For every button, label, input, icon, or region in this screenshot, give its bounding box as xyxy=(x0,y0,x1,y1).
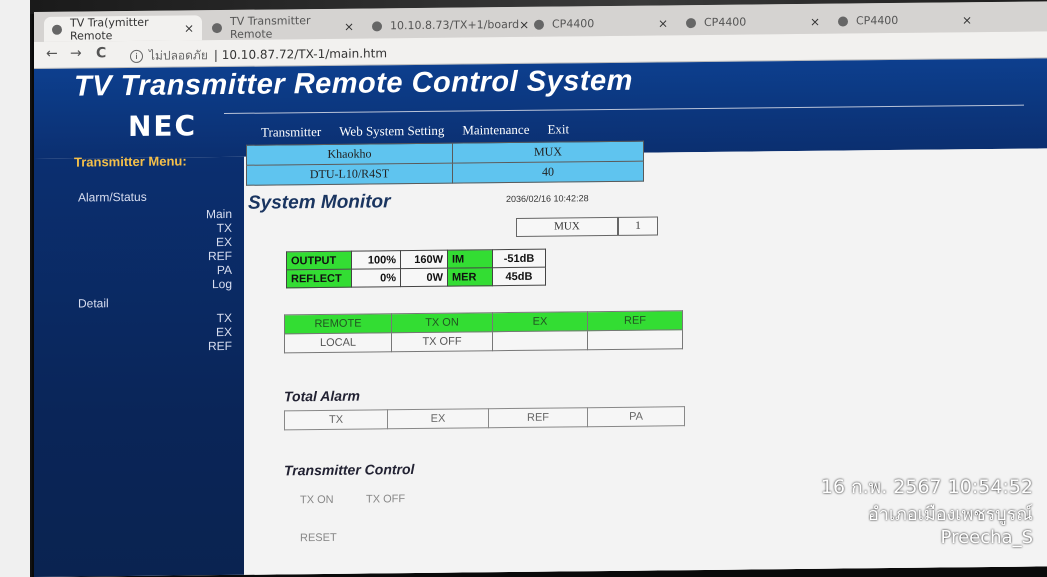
model-name: DTU-L10/R4ST xyxy=(246,163,453,186)
detail-label: Detail xyxy=(78,296,109,311)
status-ex-2 xyxy=(492,330,588,351)
station-name: Khaokho xyxy=(246,143,453,166)
close-tab-icon[interactable]: × xyxy=(184,21,194,35)
photo-timestamp: 16 ก.พ. 2567 10:54:52 xyxy=(820,476,1033,498)
table-row: LOCAL TX OFF xyxy=(284,329,683,353)
tab-label: 10.10.8.73/TX+1/board xyxy=(390,17,520,33)
sidebar-item-log[interactable]: Log xyxy=(192,277,232,291)
address-bar[interactable]: i ไม่ปลอดภัย | 10.10.87.72/TX-1/main.htm xyxy=(130,44,387,66)
browser-tab-5[interactable]: CP4400 × xyxy=(678,9,828,36)
forward-icon[interactable]: → xyxy=(70,46,82,62)
browser-tab-4[interactable]: CP4400 × xyxy=(526,10,676,37)
menu-title: Transmitter Menu: xyxy=(74,153,187,170)
status-ref-2 xyxy=(587,329,683,350)
im-value: -51dB xyxy=(492,249,546,268)
sidebar-item-ref[interactable]: REF xyxy=(192,249,232,263)
total-alarm-table: TX EX REF PA xyxy=(284,406,685,430)
alarm-pa: PA xyxy=(587,406,685,427)
globe-icon xyxy=(838,15,848,27)
close-tab-icon[interactable]: × xyxy=(962,13,972,27)
security-label: ไม่ปลอดภัย xyxy=(149,48,208,63)
photo-location: อำเภอเมืองเพชรบูรณ์ xyxy=(867,504,1033,525)
tx-off-button[interactable]: TX OFF xyxy=(366,493,405,505)
close-tab-icon[interactable]: × xyxy=(344,19,354,33)
output-label: OUTPUT xyxy=(286,251,352,270)
status-ref: REF xyxy=(587,310,683,331)
tab-label: TV Tra(ymitter Remote xyxy=(70,15,149,43)
globe-icon xyxy=(534,19,544,30)
status-tx-off: TX OFF xyxy=(391,331,493,352)
close-tab-icon[interactable]: × xyxy=(658,16,668,30)
status-table: REMOTE TX ON EX REF LOCAL TX OFF xyxy=(284,310,683,353)
alarm-ex: EX xyxy=(387,408,489,429)
output-percent: 100% xyxy=(351,250,401,270)
transmitter-control-title: Transmitter Control xyxy=(284,461,415,479)
nav-exit[interactable]: Exit xyxy=(547,121,569,137)
table-row: TX EX REF PA xyxy=(284,406,685,430)
sidebar: Transmitter Menu: Alarm/Status Main TX E… xyxy=(34,153,244,577)
reflect-power: 0W xyxy=(400,268,448,287)
alarm-tx: TX xyxy=(284,409,388,430)
globe-icon xyxy=(52,24,62,35)
sidebar-item-pa[interactable]: PA xyxy=(192,263,232,277)
mer-value: 45dB xyxy=(492,267,546,286)
alarm-ref: REF xyxy=(488,407,588,428)
tab-label: CP4400 xyxy=(856,13,899,28)
sidebar-detail-tx[interactable]: TX xyxy=(192,311,232,325)
section-title: System Monitor xyxy=(248,191,391,214)
close-tab-icon[interactable]: × xyxy=(810,14,820,28)
monitor-bezel xyxy=(0,0,32,577)
channel-number: 40 xyxy=(452,161,644,184)
nav-web-system-setting[interactable]: Web System Setting xyxy=(339,123,444,140)
tab-label: CP4400 xyxy=(704,15,747,29)
output-meter-table: OUTPUT 100% 160W IM -51dB REFLECT 0% 0W … xyxy=(286,249,546,289)
status-tx-on: TX ON xyxy=(391,312,493,333)
url-text: 10.10.87.72/TX-1/main.htm xyxy=(221,46,388,63)
mux-value-box: 1 xyxy=(618,216,658,236)
sidebar-item-tx[interactable]: TX xyxy=(192,221,232,235)
globe-icon xyxy=(686,17,696,28)
top-nav: Transmitter Web System Setting Maintenan… xyxy=(261,121,569,140)
tx-on-button[interactable]: TX ON xyxy=(300,494,334,506)
sidebar-item-main[interactable]: Main xyxy=(192,207,232,221)
total-alarm-title: Total Alarm xyxy=(284,387,360,405)
monitor-datetime: 2036/02/16 10:42:28 xyxy=(506,193,589,205)
browser-tab-1[interactable]: TV Tra(ymitter Remote × xyxy=(44,15,202,42)
sidebar-detail-ex[interactable]: EX xyxy=(192,325,232,339)
table-row: REFLECT 0% 0W MER 45dB xyxy=(286,267,546,288)
mux-label-box: MUX xyxy=(516,216,618,237)
reset-button[interactable]: RESET xyxy=(300,532,337,544)
nav-transmitter[interactable]: Transmitter xyxy=(261,124,321,141)
sidebar-item-ex[interactable]: EX xyxy=(192,235,232,249)
tab-label: CP4400 xyxy=(552,17,595,31)
status-local: LOCAL xyxy=(284,332,392,353)
page-title: TV Transmitter Remote Control System xyxy=(74,64,633,103)
reload-icon[interactable]: C xyxy=(96,45,106,61)
im-label: IM xyxy=(447,249,493,269)
browser-tab-6[interactable]: CP4400 × xyxy=(830,7,980,34)
output-power: 160W xyxy=(400,250,448,269)
header-divider xyxy=(224,104,1024,115)
back-icon[interactable]: ← xyxy=(46,46,58,62)
nav-maintenance[interactable]: Maintenance xyxy=(462,122,529,139)
status-remote: REMOTE xyxy=(284,313,392,334)
photo-user: Preecha_S xyxy=(940,527,1033,548)
status-ex: EX xyxy=(492,311,588,332)
nec-logo: NEC xyxy=(128,109,198,144)
table-row: DTU-L10/R4ST 40 xyxy=(246,161,644,186)
browser-tab-2[interactable]: TV Transmitter Remote × xyxy=(204,13,362,41)
globe-icon xyxy=(372,20,382,31)
tab-label: TV Transmitter Remote xyxy=(230,13,311,41)
station-info-table: Khaokho MUX DTU-L10/R4ST 40 xyxy=(246,141,644,186)
reflect-label: REFLECT xyxy=(286,269,352,288)
globe-icon xyxy=(212,22,222,33)
info-icon[interactable]: i xyxy=(130,49,143,63)
mode-label: MUX xyxy=(452,141,644,164)
sidebar-detail-ref[interactable]: REF xyxy=(192,339,232,353)
browser-tab-3[interactable]: 10.10.8.73/TX+1/board × xyxy=(364,12,529,39)
reflect-percent: 0% xyxy=(351,268,401,288)
alarm-status-label: Alarm/Status xyxy=(78,189,147,205)
mer-label: MER xyxy=(447,267,493,287)
